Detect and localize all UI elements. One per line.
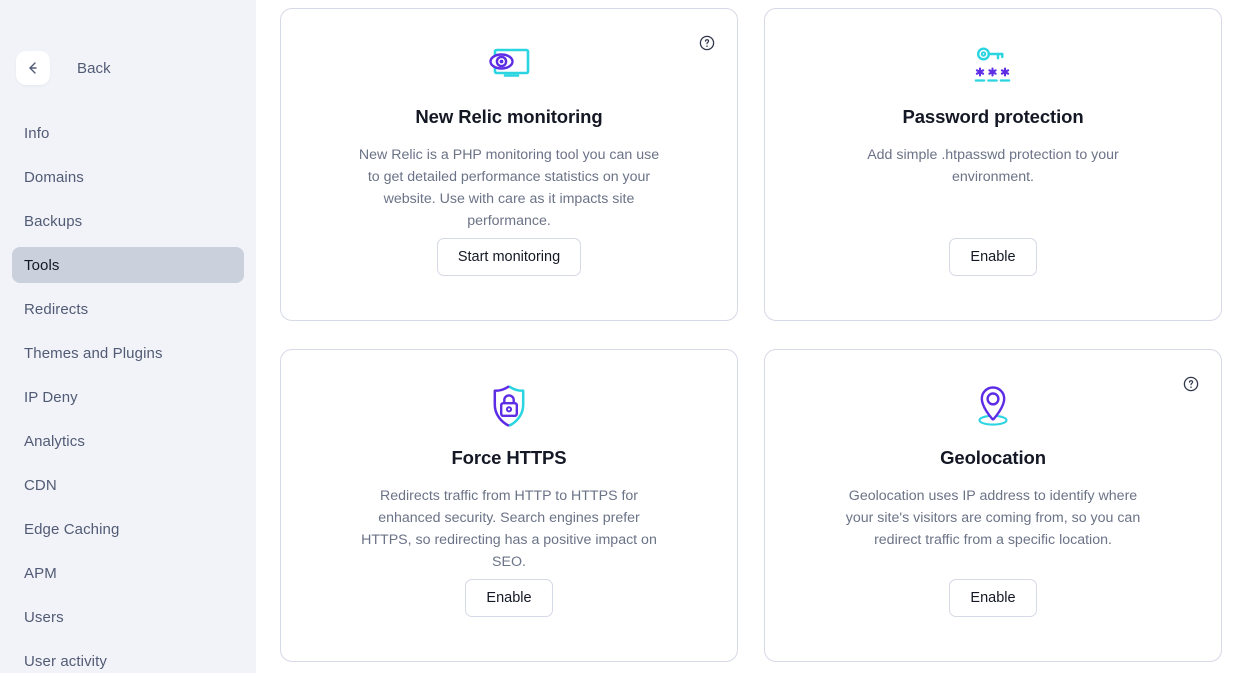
- sidebar-item-label: User activity: [24, 653, 107, 670]
- sidebar-item-label: Themes and Plugins: [24, 345, 163, 362]
- sidebar-item-ip-deny[interactable]: IP Deny: [12, 379, 244, 415]
- sidebar-item-cdn[interactable]: CDN: [12, 467, 244, 503]
- sidebar-item-users[interactable]: Users: [12, 599, 244, 635]
- enable-force-https-button[interactable]: Enable: [465, 579, 552, 617]
- key-asterisks-icon: [967, 39, 1019, 91]
- card-title: Force HTTPS: [451, 447, 566, 469]
- card-description: New Relic is a PHP monitoring tool you c…: [354, 144, 664, 232]
- card-title: Geolocation: [940, 447, 1046, 469]
- main-content: New Relic monitoring New Relic is a PHP …: [256, 0, 1236, 673]
- sidebar-item-apm[interactable]: APM: [12, 555, 244, 591]
- sidebar-item-label: Analytics: [24, 433, 85, 450]
- sidebar-item-themes-and-plugins[interactable]: Themes and Plugins: [12, 335, 244, 371]
- sidebar-item-label: APM: [24, 565, 57, 582]
- sidebar: Back Info Domains Backups Tools Redirect…: [0, 0, 256, 673]
- map-pin-icon: [970, 380, 1016, 432]
- monitor-eye-icon: [483, 39, 535, 91]
- sidebar-item-label: Edge Caching: [24, 521, 119, 538]
- card-force-https: Force HTTPS Redirects traffic from HTTP …: [280, 349, 738, 662]
- sidebar-item-info[interactable]: Info: [12, 115, 244, 151]
- sidebar-item-label: Info: [24, 125, 49, 142]
- tools-page: Back Info Domains Backups Tools Redirect…: [0, 0, 1236, 673]
- back-label: Back: [77, 60, 111, 77]
- start-monitoring-button[interactable]: Start monitoring: [437, 238, 581, 276]
- card-description: Geolocation uses IP address to identify …: [838, 485, 1148, 551]
- card-title: Password protection: [902, 106, 1083, 128]
- question-mark-circle-icon[interactable]: [699, 35, 715, 51]
- card-password-protection: Password protection Add simple .htpasswd…: [764, 8, 1222, 321]
- tools-card-grid: New Relic monitoring New Relic is a PHP …: [280, 8, 1222, 662]
- card-new-relic-monitoring: New Relic monitoring New Relic is a PHP …: [280, 8, 738, 321]
- sidebar-item-label: IP Deny: [24, 389, 78, 406]
- sidebar-item-domains[interactable]: Domains: [12, 159, 244, 195]
- card-title: New Relic monitoring: [415, 106, 602, 128]
- back-button[interactable]: [16, 51, 50, 85]
- back-row: Back: [0, 0, 256, 86]
- sidebar-item-user-activity[interactable]: User activity: [12, 643, 244, 673]
- sidebar-item-label: Redirects: [24, 301, 88, 318]
- sidebar-item-label: Backups: [24, 213, 82, 230]
- enable-password-protection-button[interactable]: Enable: [949, 238, 1036, 276]
- arrow-left-icon: [25, 60, 41, 76]
- card-description: Add simple .htpasswd protection to your …: [838, 144, 1148, 188]
- sidebar-item-label: Domains: [24, 169, 84, 186]
- sidebar-item-label: CDN: [24, 477, 57, 494]
- card-geolocation: Geolocation Geolocation uses IP address …: [764, 349, 1222, 662]
- sidebar-item-label: Tools: [24, 257, 60, 274]
- shield-lock-icon: [487, 380, 531, 432]
- question-mark-circle-icon[interactable]: [1183, 376, 1199, 392]
- sidebar-nav: Info Domains Backups Tools Redirects The…: [0, 115, 256, 673]
- card-description: Redirects traffic from HTTP to HTTPS for…: [354, 485, 664, 573]
- sidebar-item-tools[interactable]: Tools: [12, 247, 244, 283]
- sidebar-item-edge-caching[interactable]: Edge Caching: [12, 511, 244, 547]
- sidebar-item-label: Users: [24, 609, 64, 626]
- sidebar-item-backups[interactable]: Backups: [12, 203, 244, 239]
- sidebar-item-redirects[interactable]: Redirects: [12, 291, 244, 327]
- enable-geolocation-button[interactable]: Enable: [949, 579, 1036, 617]
- sidebar-item-analytics[interactable]: Analytics: [12, 423, 244, 459]
